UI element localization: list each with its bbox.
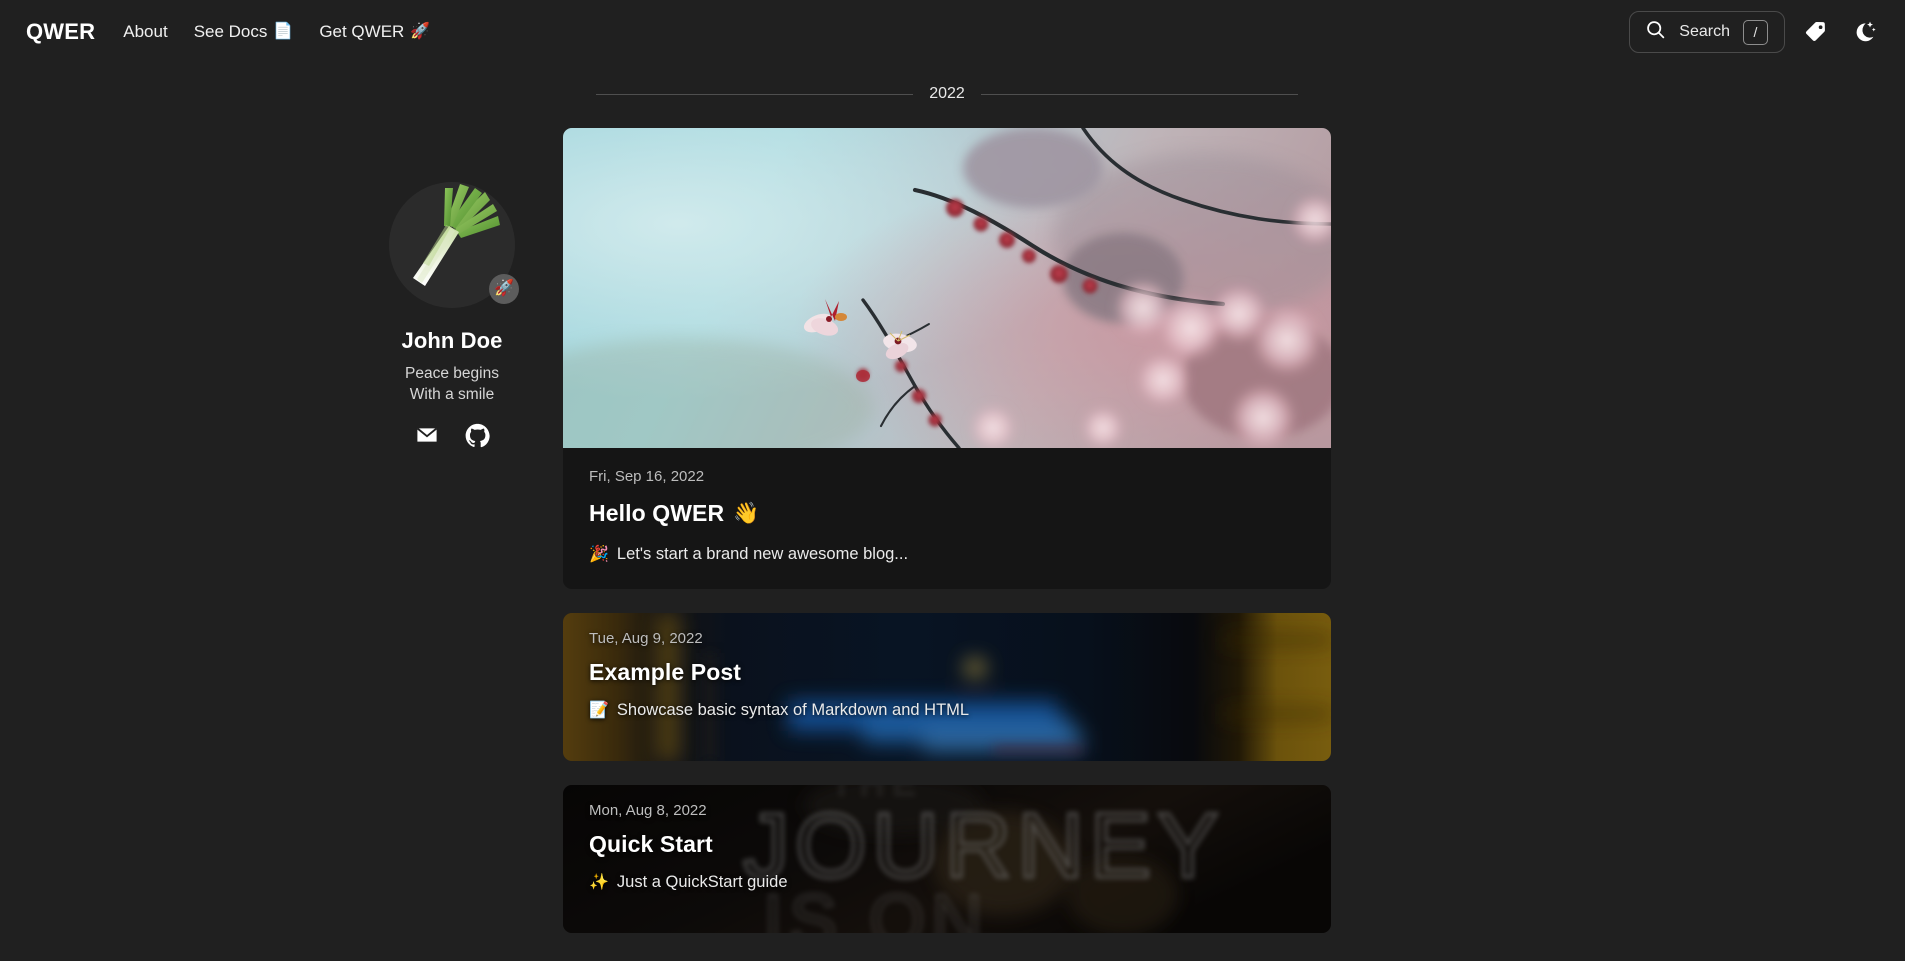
nav-link-see-docs-label: See Docs — [193, 22, 268, 41]
post-title-text: Hello QWER — [589, 500, 725, 526]
post-description-text: Just a QuickStart guide — [616, 872, 788, 891]
post-cover-image — [563, 128, 1331, 448]
nav-link-get-qwer[interactable]: Get QWER 🚀 — [319, 22, 430, 42]
tag-icon[interactable] — [1799, 15, 1833, 49]
post-description: 🎉 Let's start a brand new awesome blog..… — [589, 544, 1305, 564]
post-card[interactable]: JOURNEY IS ON THE Mon, Aug 8, 2022 — [563, 785, 1331, 933]
github-icon[interactable] — [465, 422, 491, 448]
nav-link-about-label: About — [123, 22, 168, 41]
year-label: 2022 — [929, 85, 965, 102]
profile-bio-line-1: Peace begins — [405, 365, 499, 382]
post-card-body: Mon, Aug 8, 2022 Quick Start ✨ Just a Qu… — [563, 785, 1331, 912]
post-date: Tue, Aug 9, 2022 — [589, 630, 703, 647]
year-divider: 2022 — [563, 86, 1331, 102]
post-card[interactable]: Fri, Sep 16, 2022 Hello QWER 👋 🎉 Let's s… — [563, 128, 1331, 589]
main-column: 2022 Fri, Sep 16, 2022 Hello QWER 👋 🎉 Le… — [563, 64, 1331, 933]
sparkles-icon: ✨ — [589, 874, 609, 891]
search-label: Search — [1679, 23, 1730, 40]
post-title: Example Post — [589, 659, 1305, 686]
post-list: Fri, Sep 16, 2022 Hello QWER 👋 🎉 Let's s… — [563, 128, 1331, 933]
nav-link-see-docs[interactable]: See Docs 📄 — [194, 22, 294, 42]
search-button[interactable]: Search / — [1629, 11, 1785, 53]
post-description: ✨ Just a QuickStart guide — [589, 872, 1305, 892]
post-date: Mon, Aug 8, 2022 — [589, 802, 707, 819]
profile-bio-line-2: With a smile — [409, 386, 495, 404]
post-card-body: Tue, Aug 9, 2022 Example Post 📝 Showcase… — [563, 613, 1331, 740]
rocket-icon: 🚀 — [410, 23, 431, 40]
brand-logo[interactable]: QWER — [26, 19, 95, 45]
navbar-right: Search / — [1629, 11, 1881, 53]
search-icon — [1645, 19, 1666, 45]
post-title: Hello QWER 👋 — [589, 500, 1305, 527]
nav-link-get-qwer-label: Get QWER — [319, 22, 405, 41]
moon-icon[interactable] — [1847, 15, 1881, 49]
post-description-text: Let's start a brand new awesome blog... — [616, 544, 909, 563]
post-title-text: Quick Start — [589, 831, 713, 857]
profile-card: 🚀 John Doe Peace begins With a smile — [362, 182, 542, 448]
post-description-text: Showcase basic syntax of Markdown and HT… — [616, 700, 970, 719]
navbar: QWER About See Docs 📄 Get QWER 🚀 Search … — [0, 0, 1905, 64]
divider-line-left — [596, 93, 914, 95]
post-title: Quick Start — [589, 831, 1305, 858]
party-popper-icon: 🎉 — [589, 546, 609, 563]
post-date: Fri, Sep 16, 2022 — [589, 468, 705, 485]
waving-hand-icon: 👋 — [733, 501, 760, 525]
search-shortcut-badge: / — [1743, 19, 1768, 45]
post-description: 📝 Showcase basic syntax of Markdown and … — [589, 700, 1305, 720]
divider-line-right — [980, 93, 1298, 95]
social-links — [362, 422, 542, 448]
nav-link-about[interactable]: About — [123, 22, 167, 42]
memo-icon: 📝 — [589, 702, 609, 719]
post-card[interactable]: Tue, Aug 9, 2022 Example Post 📝 Showcase… — [563, 613, 1331, 761]
document-icon: 📄 — [273, 23, 294, 40]
post-title-text: Example Post — [589, 659, 742, 685]
mail-icon[interactable] — [414, 422, 440, 448]
profile-name: John Doe — [401, 328, 503, 353]
profile-bio: Peace begins With a smile — [362, 363, 542, 405]
avatar-rocket-badge: 🚀 — [489, 274, 519, 304]
avatar-wrapper: 🚀 — [389, 182, 519, 308]
post-card-body: Fri, Sep 16, 2022 Hello QWER 👋 🎉 Let's s… — [563, 448, 1331, 589]
page-content: 🚀 John Doe Peace begins With a smile 202… — [0, 64, 1905, 961]
navbar-left: QWER About See Docs 📄 Get QWER 🚀 — [26, 19, 456, 45]
